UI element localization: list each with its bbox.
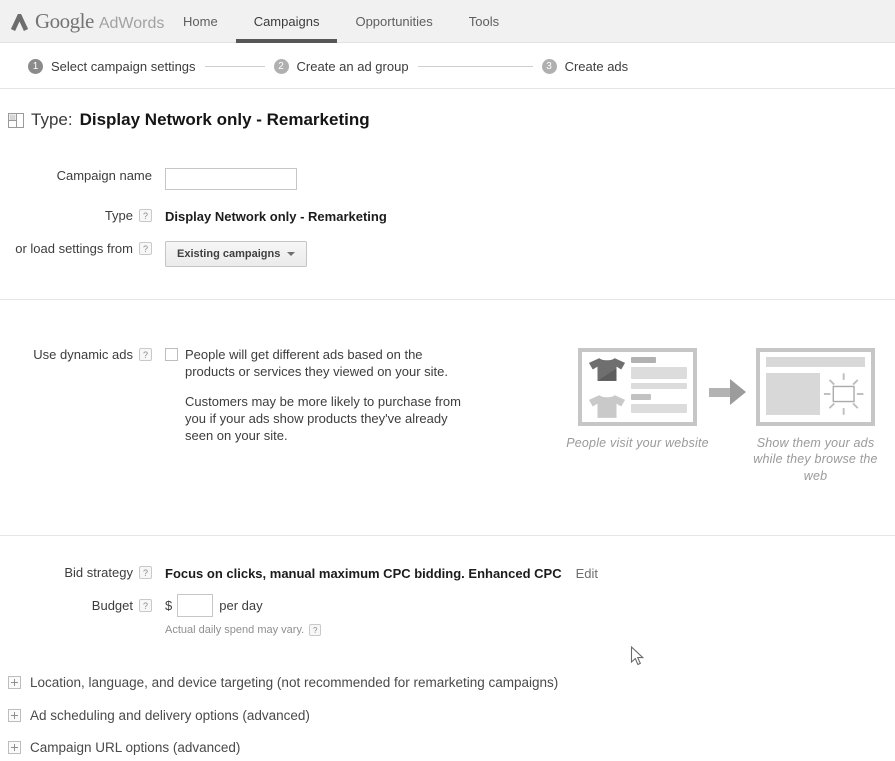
step-connector bbox=[417, 65, 533, 67]
bid-strategy-help-icon[interactable] bbox=[139, 566, 152, 579]
illustration-right-caption: Show them your ads while they browse the… bbox=[753, 436, 878, 483]
nav-item-opportunities[interactable]: Opportunities bbox=[337, 0, 450, 43]
budget-note-help-icon[interactable] bbox=[309, 624, 322, 636]
page-title-value: Display Network only - Remarketing bbox=[79, 110, 370, 129]
currency-symbol: $ bbox=[165, 598, 173, 613]
dynamic-ads-help-icon[interactable] bbox=[139, 348, 152, 361]
campaign-name-row: Campaign name bbox=[0, 168, 297, 190]
text-bar bbox=[631, 383, 687, 389]
dynamic-ads-row: Use dynamic ads People will get differen… bbox=[0, 347, 473, 444]
top-header: Google AdWords Home Campaigns Opportunit… bbox=[0, 0, 895, 43]
expand-plus-icon[interactable] bbox=[8, 676, 21, 689]
campaign-name-input[interactable] bbox=[165, 168, 297, 190]
dynamic-ads-label: Use dynamic ads bbox=[33, 347, 133, 362]
adwords-a-icon bbox=[10, 13, 29, 31]
budget-row: Budget $ per day Actual daily spend may … bbox=[0, 594, 322, 636]
tshirt-dark-icon bbox=[588, 358, 626, 381]
text-bar bbox=[631, 357, 656, 363]
text-bar bbox=[631, 367, 687, 379]
load-settings-row: or load settings from Existing campaigns bbox=[0, 241, 308, 267]
load-settings-help-icon[interactable] bbox=[139, 242, 152, 255]
type-row: Type Display Network only - Remarketing bbox=[0, 208, 387, 224]
highlighted-ad-icon bbox=[823, 373, 864, 415]
budget-help-icon[interactable] bbox=[139, 599, 152, 612]
text-bar bbox=[631, 394, 651, 400]
section-location-targeting[interactable]: Location, language, and device targeting… bbox=[8, 675, 558, 690]
step-3: 3 Create ads bbox=[541, 58, 629, 74]
google-adwords-logo: Google AdWords bbox=[0, 9, 165, 34]
step-1-label: Select campaign settings bbox=[51, 58, 196, 74]
browse-web-illustration bbox=[756, 348, 875, 426]
dynamic-ads-checkbox-text: People will get different ads based on t… bbox=[185, 347, 449, 379]
existing-campaigns-dropdown[interactable]: Existing campaigns bbox=[165, 241, 308, 267]
nav-item-campaigns[interactable]: Campaigns bbox=[235, 0, 338, 43]
step-1-circle: 1 bbox=[28, 58, 43, 74]
type-label: Type bbox=[104, 208, 133, 223]
dynamic-ads-description: Customers may be more likely to purchase… bbox=[185, 394, 461, 443]
mouse-cursor bbox=[630, 646, 645, 666]
page-title-prefix: Type: bbox=[31, 110, 73, 129]
bid-strategy-label: Bid strategy bbox=[64, 565, 133, 580]
bid-strategy-row: Bid strategy Focus on clicks, manual max… bbox=[0, 565, 598, 581]
budget-note: Actual daily spend may vary. bbox=[165, 624, 305, 636]
page-title: Type: Display Network only - Remarketing bbox=[8, 110, 370, 130]
website-visit-illustration bbox=[578, 348, 697, 426]
logo-adwords-text: AdWords bbox=[98, 14, 165, 32]
content-block bbox=[766, 373, 820, 415]
campaign-name-label: Campaign name bbox=[56, 168, 152, 183]
chevron-down-icon bbox=[287, 252, 296, 256]
text-bar bbox=[631, 404, 687, 413]
section-divider bbox=[0, 535, 895, 536]
banner-bar bbox=[766, 357, 865, 367]
section-campaign-url-options[interactable]: Campaign URL options (advanced) bbox=[8, 740, 240, 755]
type-value: Display Network only - Remarketing bbox=[165, 209, 387, 224]
wizard-step-bar: 1 Select campaign settings 2 Create an a… bbox=[0, 44, 895, 89]
dynamic-ads-checkbox[interactable] bbox=[165, 348, 178, 361]
campaign-type-icon bbox=[8, 112, 24, 128]
arrow-right-icon bbox=[709, 379, 746, 405]
step-3-circle: 3 bbox=[541, 58, 557, 74]
step-2-circle: 2 bbox=[273, 58, 289, 74]
expand-plus-icon[interactable] bbox=[8, 741, 21, 754]
budget-input[interactable] bbox=[177, 594, 214, 617]
load-settings-label: or load settings from bbox=[15, 241, 133, 256]
adwords-campaign-settings-page: Google AdWords Home Campaigns Opportunit… bbox=[0, 0, 895, 761]
budget-unit: per day bbox=[219, 598, 263, 613]
section-ad-scheduling[interactable]: Ad scheduling and delivery options (adva… bbox=[8, 708, 310, 723]
section-divider bbox=[0, 299, 895, 300]
step-connector bbox=[204, 65, 265, 67]
step-2: 2 Create an ad group bbox=[273, 58, 409, 74]
bid-strategy-edit-link[interactable]: Edit bbox=[576, 566, 598, 581]
step-1: 1 Select campaign settings bbox=[28, 58, 196, 74]
bid-strategy-value: Focus on clicks, manual maximum CPC bidd… bbox=[165, 566, 562, 581]
tshirt-light-icon bbox=[588, 395, 626, 418]
step-3-label: Create ads bbox=[564, 58, 629, 74]
main-nav: Home Campaigns Opportunities Tools bbox=[165, 0, 517, 43]
illustration-left-caption: People visit your website bbox=[566, 436, 709, 450]
expand-plus-icon[interactable] bbox=[8, 709, 21, 722]
step-2-label: Create an ad group bbox=[296, 58, 409, 74]
nav-item-tools[interactable]: Tools bbox=[451, 0, 517, 43]
budget-label: Budget bbox=[91, 598, 133, 613]
nav-item-home[interactable]: Home bbox=[165, 0, 236, 43]
remarketing-illustration: People visit your website Show them your… bbox=[566, 348, 878, 484]
type-help-icon[interactable] bbox=[139, 209, 152, 222]
logo-google-text: Google bbox=[35, 8, 94, 33]
